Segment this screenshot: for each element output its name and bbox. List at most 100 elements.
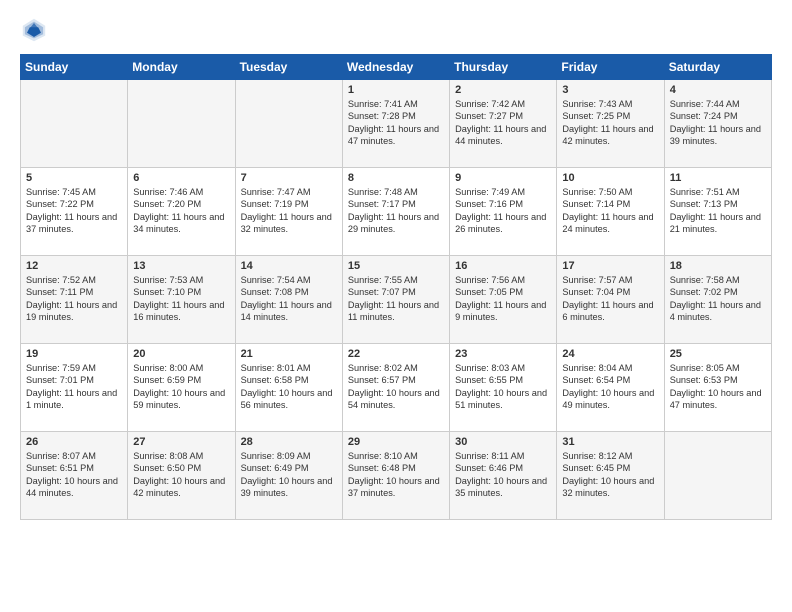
day-info: Sunset: 7:14 PM — [562, 198, 658, 210]
day-info: Sunrise: 7:42 AM — [455, 98, 551, 110]
calendar-cell — [235, 80, 342, 168]
day-number: 6 — [133, 172, 229, 184]
day-info: Sunset: 6:45 PM — [562, 462, 658, 474]
calendar-cell: 2 Sunrise: 7:42 AMSunset: 7:27 PMDaylight… — [450, 80, 557, 168]
day-info: Sunrise: 7:51 AM — [670, 186, 766, 198]
logo — [20, 16, 52, 44]
calendar-cell: 11Sunrise: 7:51 AMSunset: 7:13 PMDayligh… — [664, 168, 771, 256]
day-number: 8 — [348, 172, 444, 184]
day-info: Sunset: 7:17 PM — [348, 198, 444, 210]
day-info: Sunrise: 7:59 AM — [26, 362, 122, 374]
day-info: Daylight: 11 hours and 1 minute. — [26, 387, 122, 412]
day-info: Sunset: 7:27 PM — [455, 110, 551, 122]
day-number: 21 — [241, 348, 337, 360]
day-info: Daylight: 11 hours and 42 minutes. — [562, 123, 658, 148]
day-info: Daylight: 11 hours and 32 minutes. — [241, 211, 337, 236]
day-info: Daylight: 11 hours and 26 minutes. — [455, 211, 551, 236]
day-info: Sunrise: 8:10 AM — [348, 450, 444, 462]
day-info: Daylight: 11 hours and 47 minutes. — [348, 123, 444, 148]
day-info: Sunset: 7:08 PM — [241, 286, 337, 298]
day-info: Daylight: 11 hours and 29 minutes. — [348, 211, 444, 236]
calendar-cell: 22Sunrise: 8:02 AMSunset: 6:57 PMDayligh… — [342, 344, 449, 432]
day-info: Daylight: 11 hours and 11 minutes. — [348, 299, 444, 324]
col-header-monday: Monday — [128, 55, 235, 80]
day-info: Sunset: 7:11 PM — [26, 286, 122, 298]
day-number: 30 — [455, 436, 551, 448]
col-header-wednesday: Wednesday — [342, 55, 449, 80]
day-info: Sunset: 7:20 PM — [133, 198, 229, 210]
day-info: Sunset: 6:49 PM — [241, 462, 337, 474]
day-info: Daylight: 11 hours and 37 minutes. — [26, 211, 122, 236]
day-info: Sunset: 7:02 PM — [670, 286, 766, 298]
col-header-saturday: Saturday — [664, 55, 771, 80]
day-info: Daylight: 10 hours and 42 minutes. — [133, 475, 229, 500]
day-info: Sunrise: 7:53 AM — [133, 274, 229, 286]
day-number: 22 — [348, 348, 444, 360]
day-info: Sunset: 6:54 PM — [562, 374, 658, 386]
day-info: Sunrise: 8:07 AM — [26, 450, 122, 462]
day-number: 12 — [26, 260, 122, 272]
logo-icon — [20, 16, 48, 44]
header-row: SundayMondayTuesdayWednesdayThursdayFrid… — [21, 55, 772, 80]
col-header-tuesday: Tuesday — [235, 55, 342, 80]
calendar-cell: 6Sunrise: 7:46 AMSunset: 7:20 PMDaylight… — [128, 168, 235, 256]
calendar-table: SundayMondayTuesdayWednesdayThursdayFrid… — [20, 54, 772, 520]
day-info: Sunset: 7:19 PM — [241, 198, 337, 210]
calendar-cell: 17Sunrise: 7:57 AMSunset: 7:04 PMDayligh… — [557, 256, 664, 344]
calendar-cell: 8 Sunrise: 7:48 AMSunset: 7:17 PMDaylight… — [342, 168, 449, 256]
calendar-cell: 27Sunrise: 8:08 AMSunset: 6:50 PMDayligh… — [128, 432, 235, 520]
calendar-week-2: 5Sunrise: 7:45 AMSunset: 7:22 PMDaylight… — [21, 168, 772, 256]
calendar-cell — [21, 80, 128, 168]
day-info: Sunset: 6:46 PM — [455, 462, 551, 474]
day-info: Sunset: 6:57 PM — [348, 374, 444, 386]
calendar-cell: 25Sunrise: 8:05 AMSunset: 6:53 PMDayligh… — [664, 344, 771, 432]
day-info: Daylight: 11 hours and 24 minutes. — [562, 211, 658, 236]
day-info: Sunrise: 8:04 AM — [562, 362, 658, 374]
day-info: Sunrise: 8:09 AM — [241, 450, 337, 462]
day-info: Sunrise: 7:43 AM — [562, 98, 658, 110]
day-info: Sunset: 7:07 PM — [348, 286, 444, 298]
day-number: 10 — [562, 172, 658, 184]
calendar-cell: 28Sunrise: 8:09 AMSunset: 6:49 PMDayligh… — [235, 432, 342, 520]
header — [20, 16, 772, 44]
day-info: Sunset: 6:50 PM — [133, 462, 229, 474]
calendar-cell: 7Sunrise: 7:47 AMSunset: 7:19 PMDaylight… — [235, 168, 342, 256]
day-info: Daylight: 11 hours and 44 minutes. — [455, 123, 551, 148]
calendar-cell: 3Sunrise: 7:43 AMSunset: 7:25 PMDaylight… — [557, 80, 664, 168]
day-number: 9 — [455, 172, 551, 184]
day-info: Sunset: 7:13 PM — [670, 198, 766, 210]
calendar-cell: 19Sunrise: 7:59 AMSunset: 7:01 PMDayligh… — [21, 344, 128, 432]
day-info: Sunrise: 8:03 AM — [455, 362, 551, 374]
day-number: 15 — [348, 260, 444, 272]
calendar-cell: 9Sunrise: 7:49 AMSunset: 7:16 PMDaylight… — [450, 168, 557, 256]
day-number: 25 — [670, 348, 766, 360]
day-number: 26 — [26, 436, 122, 448]
day-number: 29 — [348, 436, 444, 448]
day-info: Sunrise: 7:50 AM — [562, 186, 658, 198]
day-number: 2 — [455, 84, 551, 96]
day-info: Sunrise: 7:41 AM — [348, 98, 444, 110]
calendar-week-5: 26 Sunrise: 8:07 AMSunset: 6:51 PM Dayligh… — [21, 432, 772, 520]
calendar-cell: 20Sunrise: 8:00 AMSunset: 6:59 PMDayligh… — [128, 344, 235, 432]
day-number: 13 — [133, 260, 229, 272]
day-info: Daylight: 11 hours and 39 minutes. — [670, 123, 766, 148]
day-info: Sunrise: 7:48 AM — [348, 186, 444, 198]
day-number: 31 — [562, 436, 658, 448]
day-info: Sunset: 7:16 PM — [455, 198, 551, 210]
day-number: 24 — [562, 348, 658, 360]
calendar-cell: 31Sunrise: 8:12 AMSunset: 6:45 PMDayligh… — [557, 432, 664, 520]
day-info: Daylight: 10 hours and 56 minutes. — [241, 387, 337, 412]
day-info: Daylight: 10 hours and 35 minutes. — [455, 475, 551, 500]
day-info: Daylight: 10 hours and 59 minutes. — [133, 387, 229, 412]
day-info: Daylight: 11 hours and 21 minutes. — [670, 211, 766, 236]
day-info: Sunrise: 7:47 AM — [241, 186, 337, 198]
day-info: Sunrise: 7:55 AM — [348, 274, 444, 286]
day-info: Sunset: 7:05 PM — [455, 286, 551, 298]
day-info: Sunset: 6:59 PM — [133, 374, 229, 386]
day-info: Sunrise: 8:00 AM — [133, 362, 229, 374]
day-info: Sunset: 7:01 PM — [26, 374, 122, 386]
day-number: 3 — [562, 84, 658, 96]
day-info: Sunset: 6:55 PM — [455, 374, 551, 386]
day-info: Sunset: 7:04 PM — [562, 286, 658, 298]
day-info: Sunset: 6:51 PM — [26, 462, 122, 474]
